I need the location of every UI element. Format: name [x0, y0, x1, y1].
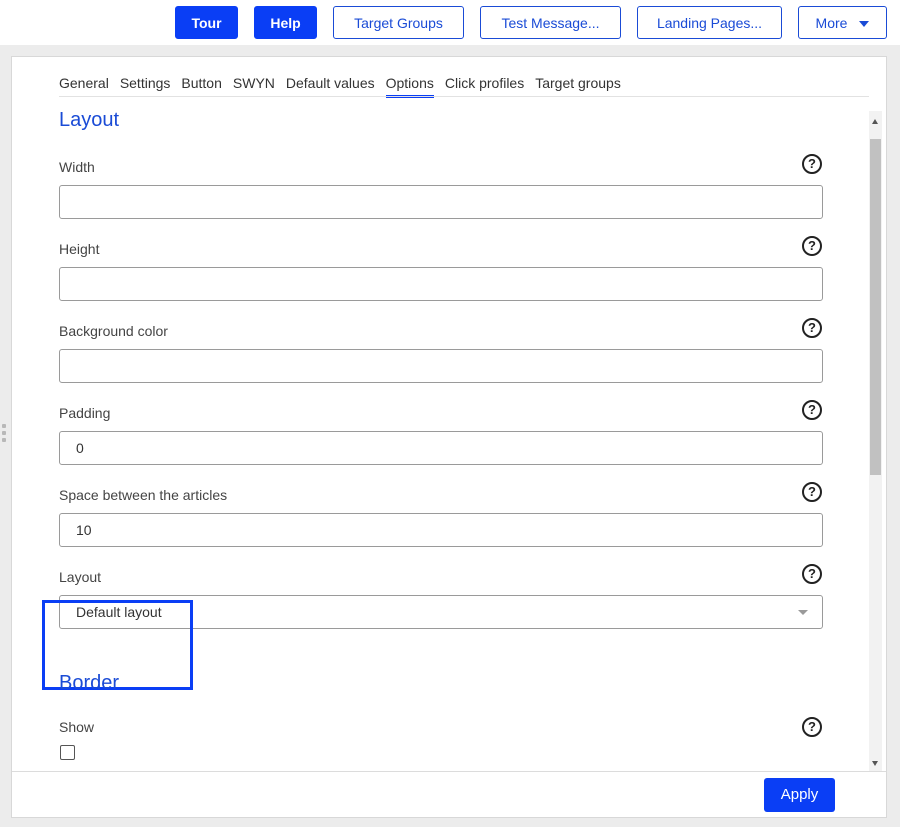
tab-default-values[interactable]: Default values [286, 73, 375, 95]
padding-input[interactable]: 0 [59, 431, 823, 465]
width-label: Width [59, 159, 95, 175]
apply-button[interactable]: Apply [764, 778, 835, 812]
tab-button[interactable]: Button [181, 73, 221, 95]
height-input[interactable] [59, 267, 823, 301]
tab-options[interactable]: Options [385, 73, 434, 98]
padding-help-icon[interactable]: ? [802, 400, 822, 420]
space-between-label: Space between the articles [59, 487, 228, 503]
tab-bar: General Settings Button SWYN Default val… [59, 73, 632, 98]
width-help-icon[interactable]: ? [802, 154, 822, 174]
border-section-title: Border [59, 672, 120, 694]
layout-select-label: Layout [59, 569, 102, 585]
tab-general[interactable]: General [59, 73, 109, 95]
padding-label: Padding [59, 405, 111, 421]
scrollbar-thumb[interactable] [870, 139, 881, 475]
border-show-label: Show [59, 719, 95, 735]
background-color-help-icon[interactable]: ? [802, 318, 822, 338]
tour-button[interactable]: Tour [175, 6, 238, 39]
settings-panel: General Settings Button SWYN Default val… [11, 56, 887, 818]
landing-pages-button[interactable]: Landing Pages... [637, 6, 782, 39]
help-button[interactable]: Help [254, 6, 317, 39]
drag-handle-icon[interactable] [2, 424, 8, 450]
space-between-help-icon[interactable]: ? [802, 482, 822, 502]
border-show-help-icon[interactable]: ? [802, 717, 822, 737]
tab-swyn[interactable]: SWYN [233, 73, 275, 95]
tab-settings[interactable]: Settings [120, 73, 171, 95]
more-label: More [815, 14, 848, 31]
more-button[interactable]: More [798, 6, 887, 39]
options-scroll-area[interactable]: Layout Width ? Height ? Background color… [12, 97, 886, 771]
height-label: Height [59, 241, 100, 257]
tab-target-groups[interactable]: Target groups [535, 73, 621, 95]
top-toolbar: Tour Help Target Groups Test Message... … [0, 0, 900, 45]
background-color-label: Background color [59, 323, 168, 339]
chevron-down-icon [798, 610, 808, 615]
space-between-input[interactable]: 10 [59, 513, 823, 547]
border-show-checkbox[interactable] [60, 745, 75, 760]
tab-click-profiles[interactable]: Click profiles [445, 73, 524, 95]
height-help-icon[interactable]: ? [802, 236, 822, 256]
scroll-down-icon[interactable] [872, 761, 878, 766]
layout-help-icon[interactable]: ? [802, 564, 822, 584]
layout-section-title: Layout [59, 109, 120, 131]
target-groups-button[interactable]: Target Groups [333, 6, 464, 39]
background-color-input[interactable] [59, 349, 823, 383]
footer-divider [12, 771, 886, 772]
test-message-button[interactable]: Test Message... [480, 6, 621, 39]
chevron-down-icon [859, 20, 870, 27]
width-input[interactable] [59, 185, 823, 219]
scroll-up-icon[interactable] [872, 119, 878, 124]
